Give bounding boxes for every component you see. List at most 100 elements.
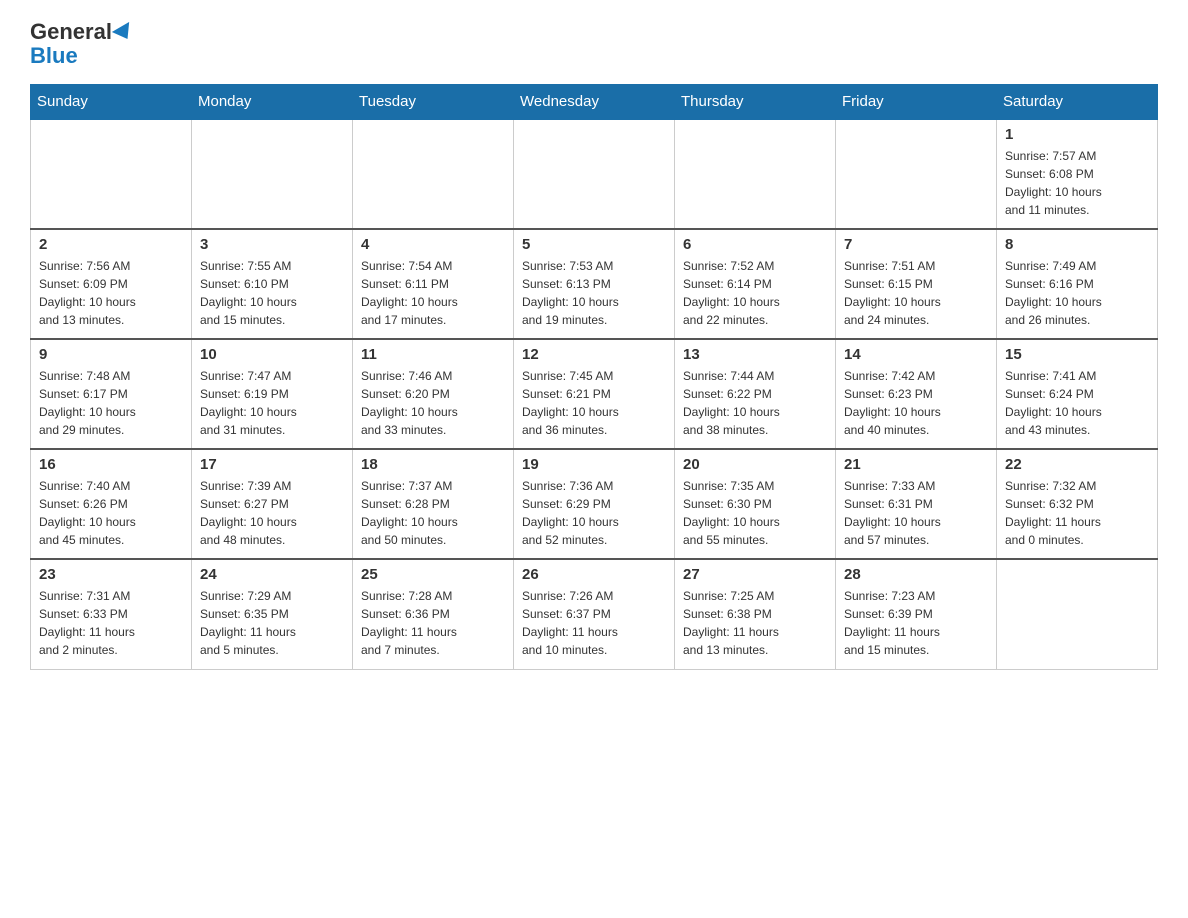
day-number: 15: [1005, 346, 1149, 363]
logo: General Blue: [30, 20, 134, 68]
week-row-5: 23Sunrise: 7:31 AM Sunset: 6:33 PM Dayli…: [31, 559, 1158, 669]
logo-triangle-icon: [112, 22, 136, 44]
calendar-cell: 19Sunrise: 7:36 AM Sunset: 6:29 PM Dayli…: [514, 449, 675, 559]
day-info: Sunrise: 7:33 AM Sunset: 6:31 PM Dayligh…: [844, 477, 988, 549]
day-info: Sunrise: 7:23 AM Sunset: 6:39 PM Dayligh…: [844, 587, 988, 659]
calendar-cell: 10 Sunrise: 7:47 AM Sunset: 6:19 PM Dayli…: [192, 339, 353, 449]
calendar-cell: 9 Sunrise: 7:48 AM Sunset: 6:17 PM Daylig…: [31, 339, 192, 449]
calendar-cell: 15 Sunrise: 7:41 AM Sunset: 6:24 PM Dayli…: [997, 339, 1158, 449]
day-info: Sunrise: 7:46 AM Sunset: 6:20 PM Dayligh…: [361, 367, 505, 439]
day-number: 7: [844, 236, 988, 253]
calendar-table: SundayMondayTuesdayWednesdayThursdayFrid…: [30, 84, 1158, 670]
day-number: 28: [844, 566, 988, 583]
day-info: Sunrise: 7:39 AM Sunset: 6:27 PM Dayligh…: [200, 477, 344, 549]
calendar-cell: 22Sunrise: 7:32 AM Sunset: 6:32 PM Dayli…: [997, 449, 1158, 559]
day-number: 26: [522, 566, 666, 583]
week-row-2: 2Sunrise: 7:56 AM Sunset: 6:09 PM Daylig…: [31, 229, 1158, 339]
calendar-cell: 4 Sunrise: 7:54 AM Sunset: 6:11 PM Daylig…: [353, 229, 514, 339]
day-info: Sunrise: 7:55 AM Sunset: 6:10 PM Dayligh…: [200, 257, 344, 329]
weekday-header-row: SundayMondayTuesdayWednesdayThursdayFrid…: [31, 85, 1158, 120]
calendar-cell: [675, 119, 836, 229]
day-info: Sunrise: 7:47 AM Sunset: 6:19 PM Dayligh…: [200, 367, 344, 439]
day-info: Sunrise: 7:25 AM Sunset: 6:38 PM Dayligh…: [683, 587, 827, 659]
day-number: 6: [683, 236, 827, 253]
day-number: 14: [844, 346, 988, 363]
day-info: Sunrise: 7:37 AM Sunset: 6:28 PM Dayligh…: [361, 477, 505, 549]
calendar-cell: 16 Sunrise: 7:40 AM Sunset: 6:26 PM Dayli…: [31, 449, 192, 559]
calendar-cell: 3 Sunrise: 7:55 AM Sunset: 6:10 PM Daylig…: [192, 229, 353, 339]
weekday-header-friday: Friday: [836, 85, 997, 120]
day-number: 11: [361, 346, 505, 363]
calendar-cell: 5 Sunrise: 7:53 AM Sunset: 6:13 PM Daylig…: [514, 229, 675, 339]
day-number: 10: [200, 346, 344, 363]
day-info: Sunrise: 7:44 AM Sunset: 6:22 PM Dayligh…: [683, 367, 827, 439]
day-number: 18: [361, 456, 505, 473]
week-row-3: 9 Sunrise: 7:48 AM Sunset: 6:17 PM Daylig…: [31, 339, 1158, 449]
day-number: 21: [844, 456, 988, 473]
calendar-cell: 24 Sunrise: 7:29 AM Sunset: 6:35 PM Dayli…: [192, 559, 353, 669]
weekday-header-wednesday: Wednesday: [514, 85, 675, 120]
calendar-cell: 23Sunrise: 7:31 AM Sunset: 6:33 PM Dayli…: [31, 559, 192, 669]
day-number: 27: [683, 566, 827, 583]
calendar-cell: 25Sunrise: 7:28 AM Sunset: 6:36 PM Dayli…: [353, 559, 514, 669]
day-info: Sunrise: 7:52 AM Sunset: 6:14 PM Dayligh…: [683, 257, 827, 329]
calendar-cell: 26 Sunrise: 7:26 AM Sunset: 6:37 PM Dayli…: [514, 559, 675, 669]
weekday-header-monday: Monday: [192, 85, 353, 120]
day-info: Sunrise: 7:36 AM Sunset: 6:29 PM Dayligh…: [522, 477, 666, 549]
day-number: 5: [522, 236, 666, 253]
day-number: 22: [1005, 456, 1149, 473]
calendar-cell: 21 Sunrise: 7:33 AM Sunset: 6:31 PM Dayli…: [836, 449, 997, 559]
day-info: Sunrise: 7:56 AM Sunset: 6:09 PM Dayligh…: [39, 257, 183, 329]
day-number: 3: [200, 236, 344, 253]
calendar-cell: [353, 119, 514, 229]
day-number: 16: [39, 456, 183, 473]
page-header: General Blue: [30, 20, 1158, 68]
day-info: Sunrise: 7:41 AM Sunset: 6:24 PM Dayligh…: [1005, 367, 1149, 439]
calendar-cell: [836, 119, 997, 229]
calendar-cell: 13Sunrise: 7:44 AM Sunset: 6:22 PM Dayli…: [675, 339, 836, 449]
day-info: Sunrise: 7:40 AM Sunset: 6:26 PM Dayligh…: [39, 477, 183, 549]
day-info: Sunrise: 7:48 AM Sunset: 6:17 PM Dayligh…: [39, 367, 183, 439]
day-number: 20: [683, 456, 827, 473]
logo-blue: Blue: [30, 43, 78, 68]
calendar-cell: [192, 119, 353, 229]
day-number: 24: [200, 566, 344, 583]
calendar-cell: 11 Sunrise: 7:46 AM Sunset: 6:20 PM Dayli…: [353, 339, 514, 449]
day-info: Sunrise: 7:54 AM Sunset: 6:11 PM Dayligh…: [361, 257, 505, 329]
calendar-cell: 12 Sunrise: 7:45 AM Sunset: 6:21 PM Dayli…: [514, 339, 675, 449]
day-info: Sunrise: 7:35 AM Sunset: 6:30 PM Dayligh…: [683, 477, 827, 549]
day-info: Sunrise: 7:42 AM Sunset: 6:23 PM Dayligh…: [844, 367, 988, 439]
calendar-cell: [514, 119, 675, 229]
logo-general: General: [30, 19, 112, 44]
calendar-cell: 8 Sunrise: 7:49 AM Sunset: 6:16 PM Daylig…: [997, 229, 1158, 339]
weekday-header-sunday: Sunday: [31, 85, 192, 120]
day-info: Sunrise: 7:26 AM Sunset: 6:37 PM Dayligh…: [522, 587, 666, 659]
logo-text: General Blue: [30, 20, 134, 68]
day-number: 4: [361, 236, 505, 253]
week-row-4: 16 Sunrise: 7:40 AM Sunset: 6:26 PM Dayli…: [31, 449, 1158, 559]
day-info: Sunrise: 7:49 AM Sunset: 6:16 PM Dayligh…: [1005, 257, 1149, 329]
day-info: Sunrise: 7:53 AM Sunset: 6:13 PM Dayligh…: [522, 257, 666, 329]
day-info: Sunrise: 7:45 AM Sunset: 6:21 PM Dayligh…: [522, 367, 666, 439]
calendar-cell: 7 Sunrise: 7:51 AM Sunset: 6:15 PM Daylig…: [836, 229, 997, 339]
calendar-cell: 27 Sunrise: 7:25 AM Sunset: 6:38 PM Dayli…: [675, 559, 836, 669]
week-row-1: 1 Sunrise: 7:57 AM Sunset: 6:08 PM Daylig…: [31, 119, 1158, 229]
calendar-cell: 14 Sunrise: 7:42 AM Sunset: 6:23 PM Dayli…: [836, 339, 997, 449]
calendar-cell: 17 Sunrise: 7:39 AM Sunset: 6:27 PM Dayli…: [192, 449, 353, 559]
calendar-cell: [31, 119, 192, 229]
calendar-cell: 20 Sunrise: 7:35 AM Sunset: 6:30 PM Dayli…: [675, 449, 836, 559]
calendar-cell: 2Sunrise: 7:56 AM Sunset: 6:09 PM Daylig…: [31, 229, 192, 339]
weekday-header-tuesday: Tuesday: [353, 85, 514, 120]
day-number: 8: [1005, 236, 1149, 253]
calendar-cell: 1 Sunrise: 7:57 AM Sunset: 6:08 PM Daylig…: [997, 119, 1158, 229]
day-info: Sunrise: 7:57 AM Sunset: 6:08 PM Dayligh…: [1005, 147, 1149, 219]
day-info: Sunrise: 7:51 AM Sunset: 6:15 PM Dayligh…: [844, 257, 988, 329]
day-info: Sunrise: 7:29 AM Sunset: 6:35 PM Dayligh…: [200, 587, 344, 659]
day-number: 25: [361, 566, 505, 583]
day-number: 1: [1005, 126, 1149, 143]
weekday-header-saturday: Saturday: [997, 85, 1158, 120]
calendar-cell: 28 Sunrise: 7:23 AM Sunset: 6:39 PM Dayli…: [836, 559, 997, 669]
day-number: 17: [200, 456, 344, 473]
day-number: 12: [522, 346, 666, 363]
day-number: 9: [39, 346, 183, 363]
